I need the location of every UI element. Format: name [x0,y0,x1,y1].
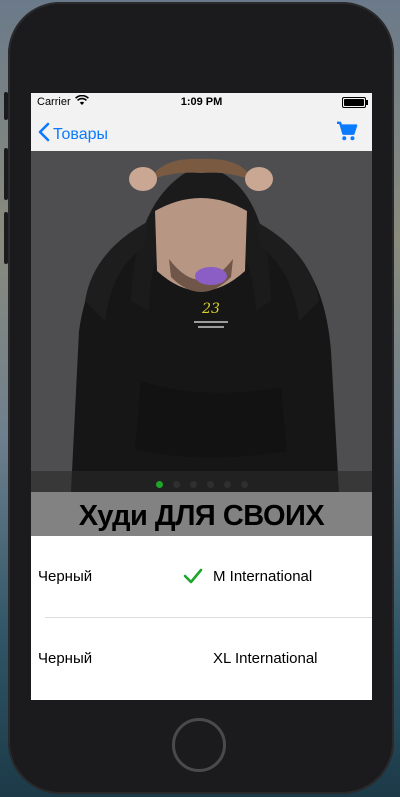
product-title-band: Худи ДЛЯ СВОИХ [31,492,372,536]
navigation-bar: Товары [31,111,372,151]
back-button[interactable]: Товары [38,122,108,147]
checkmark-icon [183,568,203,588]
variant-size: M International [213,568,313,585]
app-screen: Carrier 1:09 PM Товары 23 Худи ДЛЯ СВОИХ… [31,93,372,700]
clock: 1:09 PM [180,96,223,108]
battery-icon [342,97,368,108]
back-label: Товары [53,125,109,143]
carousel-dot[interactable] [206,481,214,488]
volume-up-button [4,148,8,200]
variant-color: Черный [38,650,93,667]
mute-switch [4,92,8,120]
variant-row[interactable]: Черный XL International [31,618,372,700]
carousel-dot[interactable] [189,481,197,488]
carousel-page-indicator[interactable] [31,481,372,488]
carousel-dot[interactable] [240,481,248,488]
cart-button[interactable] [336,121,358,146]
variant-row[interactable]: Черный M International [31,536,372,618]
variant-color: Черный [38,568,93,585]
product-title: Худи ДЛЯ СВОИХ [78,500,325,532]
carousel-dot[interactable] [223,481,231,488]
svg-text:23: 23 [201,301,220,317]
chevron-left-icon [38,122,50,147]
volume-down-button [4,212,8,264]
product-image-carousel[interactable]: 23 [31,151,372,492]
home-button[interactable] [172,718,226,772]
carousel-dot[interactable] [155,481,163,488]
variant-size: XL International [213,650,318,667]
carousel-dot[interactable] [172,481,180,488]
cart-icon [336,121,358,145]
product-photo: 23 [31,151,372,492]
status-bar: Carrier 1:09 PM [31,93,372,111]
